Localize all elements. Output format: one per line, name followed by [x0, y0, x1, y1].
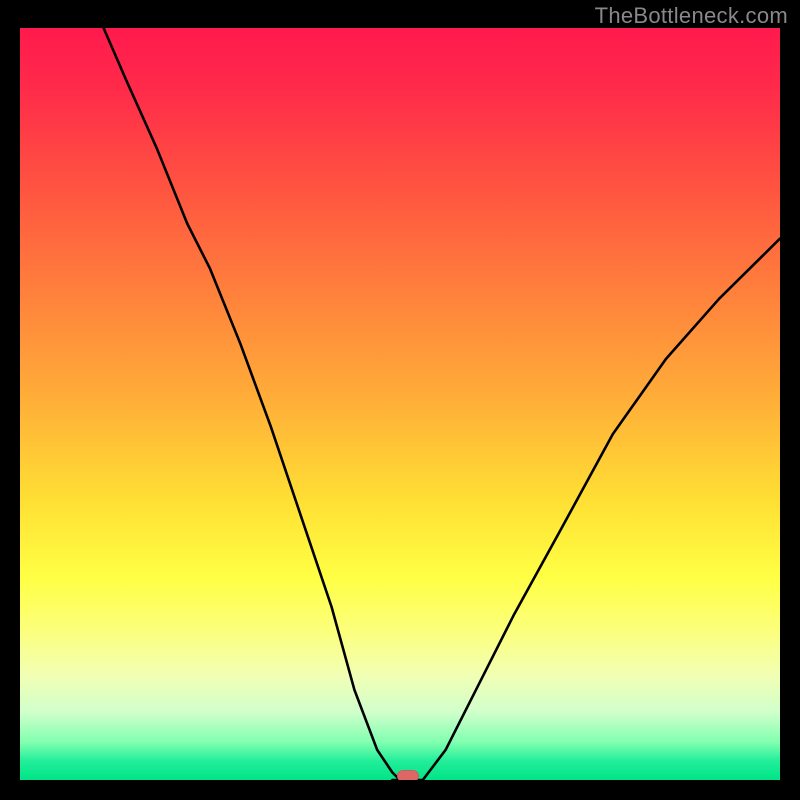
bottleneck-marker — [397, 770, 419, 780]
watermark-text: TheBottleneck.com — [595, 3, 788, 29]
figure-container: TheBottleneck.com — [0, 0, 800, 800]
curve-left-branch — [104, 28, 400, 780]
plot-area — [20, 28, 780, 780]
curve-right-branch — [423, 239, 780, 780]
chart-curve — [20, 28, 780, 780]
